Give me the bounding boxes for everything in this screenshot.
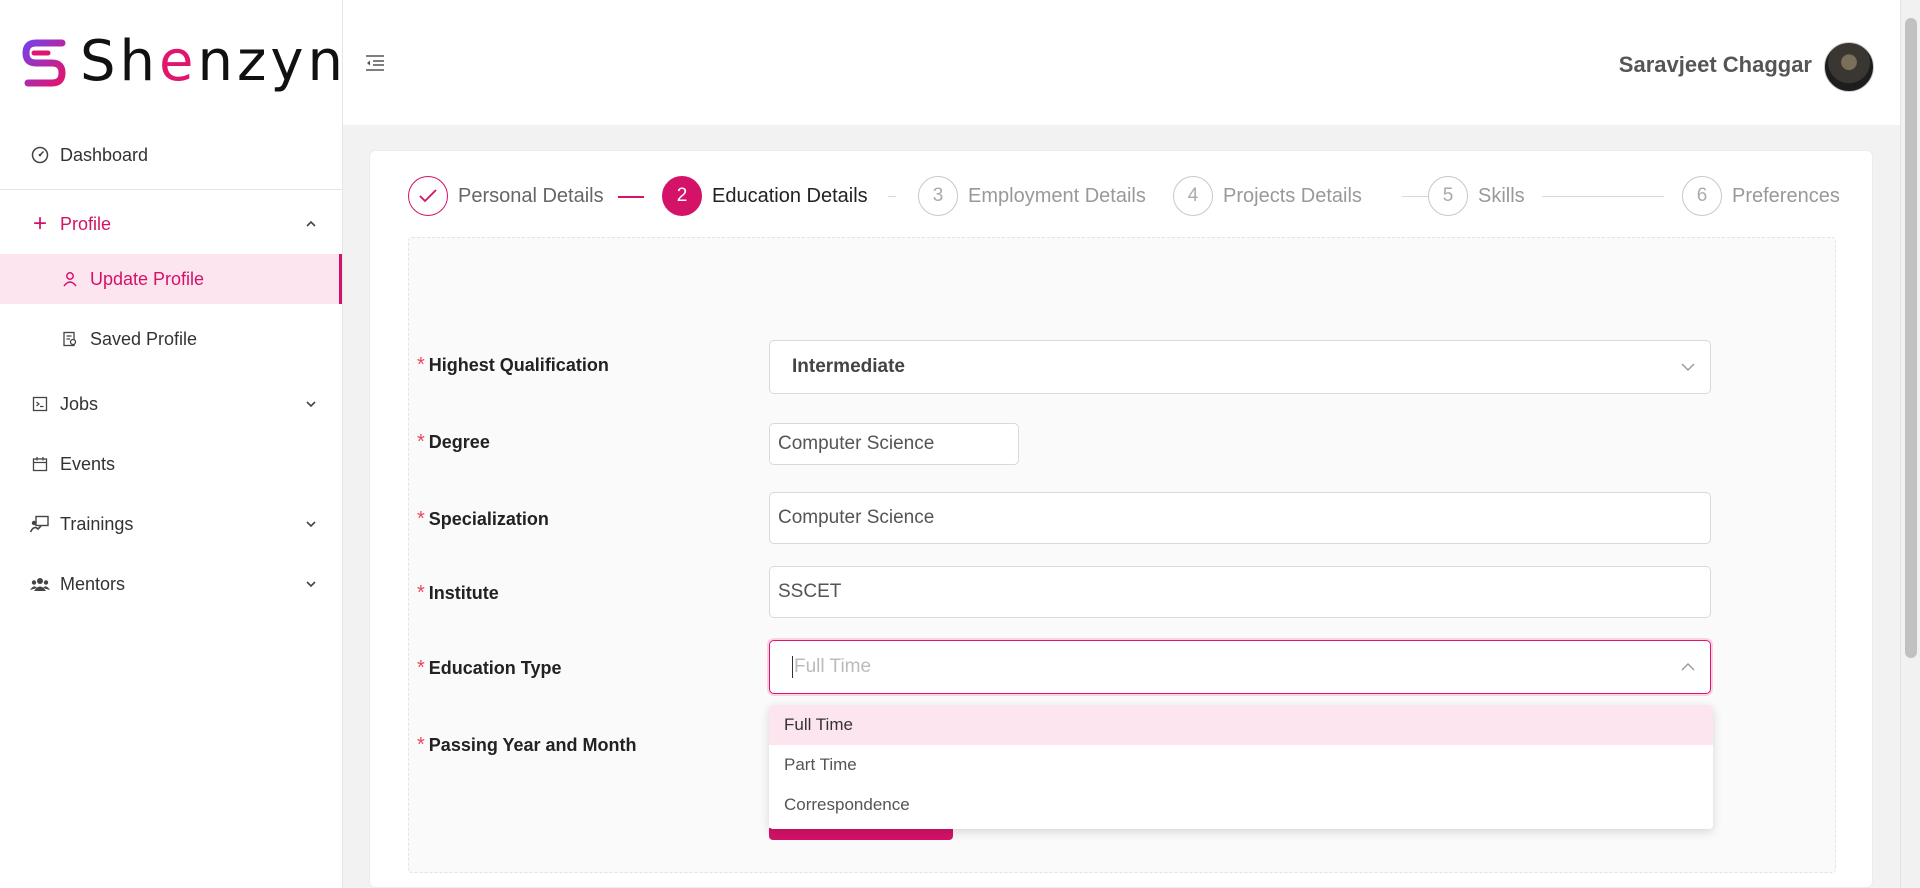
step-projects-details[interactable]: 4 Projects Details <box>1173 175 1362 217</box>
highest-qualification-select[interactable]: Intermediate <box>769 340 1711 394</box>
input-value: Computer Science <box>778 433 935 454</box>
step-number: 6 <box>1682 176 1722 216</box>
chevron-down-icon <box>1681 363 1695 371</box>
dropdown-option-full-time[interactable]: Full Time <box>769 705 1713 745</box>
user-icon <box>60 269 80 289</box>
field-label: * Specialization <box>417 508 549 530</box>
brand-name: Shenzyn <box>80 29 348 94</box>
avatar[interactable] <box>1824 42 1874 92</box>
sidebar-item-profile[interactable]: + Profile <box>0 194 342 254</box>
degree-input[interactable]: Computer Science <box>769 423 1019 465</box>
step-label: Employment Details <box>968 184 1146 207</box>
chevron-down-icon <box>306 521 316 528</box>
terminal-icon <box>30 394 50 414</box>
chevron-down-icon <box>306 401 316 408</box>
sidebar-item-dashboard[interactable]: Dashboard <box>0 125 342 185</box>
education-type-dropdown: Full Time Part Time Correspondence <box>769 705 1713 829</box>
input-value: SSCET <box>778 581 842 602</box>
document-search-icon <box>60 329 80 349</box>
sidebar-item-label: Update Profile <box>90 268 205 289</box>
sidebar-item-label: Profile <box>60 213 112 234</box>
education-form: * Highest Qualification Intermediate * Deg… <box>408 237 1836 873</box>
step-skills[interactable]: 5 Skills <box>1428 175 1525 217</box>
user-name[interactable]: Saravjeet Chaggar <box>1619 52 1812 78</box>
step-number: 2 <box>662 176 702 216</box>
next-button[interactable] <box>769 828 953 840</box>
sidebar-nav: Dashboard + Profile Update Profile Saved… <box>0 125 342 614</box>
brand-logo[interactable]: Shenzyn <box>22 34 347 90</box>
sidebar-item-jobs[interactable]: Jobs <box>0 374 342 434</box>
sidebar-item-events[interactable]: Events <box>0 434 342 494</box>
step-label: Personal Details <box>458 184 604 207</box>
sidebar-item-update-profile[interactable]: Update Profile <box>0 254 342 304</box>
divider <box>0 189 342 190</box>
sidebar-item-label: Events <box>60 453 116 474</box>
sidebar-item-label: Mentors <box>60 573 126 594</box>
field-label: * Institute <box>417 582 499 604</box>
dropdown-option-part-time[interactable]: Part Time <box>769 745 1713 785</box>
institute-input[interactable]: SSCET <box>769 566 1711 618</box>
step-connector <box>618 196 644 198</box>
page-scrollbar[interactable] <box>1900 0 1920 888</box>
field-label: * Education Type <box>417 657 562 679</box>
sidebar-item-saved-profile[interactable]: Saved Profile <box>0 304 342 374</box>
check-icon <box>408 176 448 216</box>
step-connector <box>888 196 896 197</box>
select-placeholder: Full Time <box>794 656 872 677</box>
calendar-icon <box>30 454 50 474</box>
presentation-icon <box>30 514 50 534</box>
chevron-up-icon <box>1681 663 1695 671</box>
step-personal-details[interactable]: Personal Details <box>408 175 604 217</box>
logo-icon <box>22 39 66 87</box>
field-label: * Passing Year and Month <box>417 734 637 756</box>
sidebar-item-mentors[interactable]: Mentors <box>0 554 342 614</box>
gauge-icon <box>30 145 50 165</box>
sidebar-item-label: Dashboard <box>60 144 149 165</box>
input-value: Computer Science <box>778 507 935 528</box>
step-label: Projects Details <box>1223 184 1362 207</box>
step-education-details[interactable]: 2 Education Details <box>662 175 868 217</box>
step-label: Preferences <box>1732 184 1840 207</box>
select-value: Intermediate <box>792 356 905 377</box>
field-label: * Highest Qualification <box>417 354 609 376</box>
text-caret <box>792 656 793 678</box>
field-label: * Degree <box>417 431 490 453</box>
steps-progress: Personal Details 2 Education Details 3 E… <box>408 175 1840 219</box>
scrollbar-thumb[interactable] <box>1905 18 1917 658</box>
profile-card: Personal Details 2 Education Details 3 E… <box>369 150 1873 888</box>
sidebar-item-trainings[interactable]: Trainings <box>0 494 342 554</box>
step-number: 4 <box>1173 176 1213 216</box>
specialization-input[interactable]: Computer Science <box>769 492 1711 544</box>
education-type-select[interactable]: Full Time <box>769 640 1711 694</box>
team-icon <box>30 574 50 594</box>
step-number: 5 <box>1428 176 1468 216</box>
top-header: Saravjeet Chaggar <box>343 0 1900 125</box>
sidebar-item-label: Saved Profile <box>90 328 198 349</box>
step-employment-details[interactable]: 3 Employment Details <box>918 175 1146 217</box>
plus-icon: + <box>32 210 47 237</box>
chevron-up-icon <box>306 220 316 227</box>
menu-fold-icon[interactable] <box>365 54 385 72</box>
sidebar-item-label: Trainings <box>60 513 134 534</box>
step-label: Skills <box>1478 184 1525 207</box>
sidebar-item-label: Jobs <box>60 393 99 414</box>
sidebar: Shenzyn Dashboard + Profile Update Profi… <box>0 0 343 888</box>
step-number: 3 <box>918 176 958 216</box>
chevron-down-icon <box>306 581 316 588</box>
step-connector <box>1542 196 1664 197</box>
step-label: Education Details <box>712 184 868 207</box>
dropdown-option-correspondence[interactable]: Correspondence <box>769 785 1713 825</box>
step-preferences[interactable]: 6 Preferences <box>1682 175 1840 217</box>
